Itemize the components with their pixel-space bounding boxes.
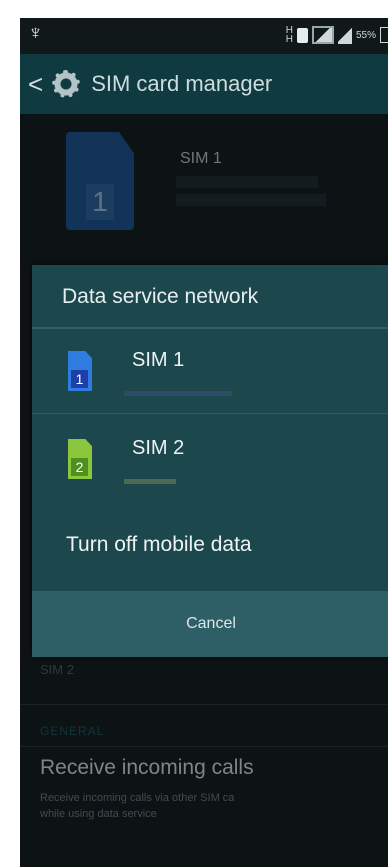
redacted-sim1-detail bbox=[124, 391, 232, 396]
data-service-network-dialog: Data service network 1 SIM 1 2 SIM 2 Tur… bbox=[32, 265, 388, 657]
sim1-icon: 1 bbox=[68, 351, 92, 391]
cancel-button[interactable]: Cancel bbox=[32, 591, 388, 657]
page-title: SIM card manager bbox=[91, 71, 273, 96]
status-bar: ♆ HH 55% bbox=[20, 18, 388, 54]
sim1-icon-number: 1 bbox=[71, 370, 88, 388]
settings-gear-icon[interactable] bbox=[51, 69, 82, 99]
option-label-sim2: SIM 2 bbox=[132, 437, 185, 459]
signal-strength-icon-2 bbox=[337, 26, 352, 44]
usb-icon: ♆ bbox=[28, 22, 43, 44]
phone-screen: ♆ HH 55% < SIM card manager 1 SIM 1 SIM … bbox=[20, 18, 388, 867]
sim2-icon-number: 2 bbox=[71, 458, 88, 476]
battery-icon bbox=[380, 27, 388, 43]
cancel-button-label: Cancel bbox=[186, 615, 236, 632]
battery-percent: 55% bbox=[355, 29, 376, 41]
redacted-sim2-detail bbox=[124, 479, 176, 484]
signal-strength-icon bbox=[311, 26, 334, 44]
dialog-option-sim2[interactable]: 2 SIM 2 bbox=[32, 421, 388, 493]
status-icons: HH 55% bbox=[286, 24, 388, 46]
network-type-icon: HH bbox=[285, 25, 293, 45]
turn-off-mobile-data-option[interactable]: Turn off mobile data bbox=[66, 533, 252, 557]
action-bar: < SIM card manager bbox=[20, 54, 388, 114]
dialog-title: Data service network bbox=[62, 285, 259, 308]
option-divider bbox=[32, 413, 388, 414]
sim-status-icon bbox=[296, 27, 308, 43]
back-icon[interactable]: < bbox=[28, 69, 43, 100]
sim2-icon: 2 bbox=[68, 439, 92, 479]
option-label-sim1: SIM 1 bbox=[132, 349, 185, 371]
dialog-title-divider bbox=[32, 327, 388, 329]
dialog-option-sim1[interactable]: 1 SIM 1 bbox=[32, 333, 388, 405]
